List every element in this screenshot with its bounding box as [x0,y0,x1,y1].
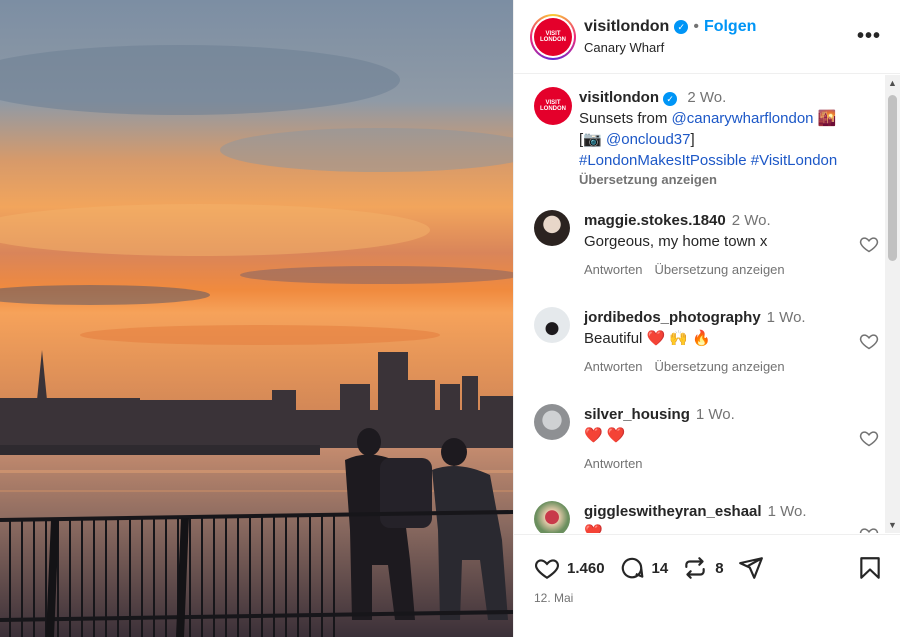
like-comment-heart-icon[interactable] [859,428,879,448]
translate-button[interactable]: Übersetzung anzeigen [655,359,785,374]
comment-text: ❤️ [584,524,603,533]
follow-button[interactable]: Folgen [704,18,756,36]
share-send-icon[interactable] [738,555,764,581]
share-group [738,555,771,581]
save-bookmark-icon[interactable] [857,555,883,581]
caption-username[interactable]: visitlondon [579,89,659,106]
comment-time: 1 Wo. [766,309,806,326]
like-comment-heart-icon[interactable] [859,331,879,351]
scroll-down-arrow-icon[interactable]: ▼ [888,520,897,530]
camera-prefix: [📷 [579,131,607,148]
commenter-avatar[interactable] [534,404,570,440]
mention-oncloud[interactable]: @oncloud37 [606,131,690,148]
caption-hashtags[interactable]: #LondonMakesItPossible #VisitLondon [579,150,884,171]
comment-username[interactable]: silver_housing [584,406,690,423]
header-user-row: visitlondon ✓ • Folgen [584,18,756,36]
like-heart-icon[interactable] [534,555,560,581]
verified-badge-icon: ✓ [674,20,689,34]
comment-time: 2 Wo. [731,212,771,229]
comment-group: 14 [619,555,669,581]
comment-bubble-icon[interactable] [619,555,645,581]
post-header: VISIT LONDON visitlondon ✓ • Folgen Canar… [514,0,900,74]
post-date: 12. Mai [534,591,574,605]
mention-canarywharf[interactable]: @canarywharflondon [672,110,814,127]
comment-time: 1 Wo. [767,503,807,520]
scroll-up-arrow-icon[interactable]: ▲ [888,78,897,88]
sunset-emoji: 🌇 [817,110,837,127]
vertical-scrollbar[interactable]: ▲ ▼ [885,75,900,533]
comment-username[interactable]: maggie.stokes.1840 [584,212,726,229]
comment-text: Beautiful ❤️ 🙌 🔥 [584,330,711,347]
post-actions-bar: 1.460 14 8 12. Mai [514,534,900,637]
caption-translate-link[interactable]: Übersetzung anzeigen [579,169,884,190]
caption-time: 2 Wo. [687,89,727,106]
translate-button[interactable]: Übersetzung anzeigen [655,262,785,277]
story-avatar[interactable]: VISIT LONDON [530,14,576,60]
sunset-photo [0,0,513,637]
repost-group: 8 [682,555,724,581]
comments-scroll-area[interactable]: VISIT LONDON visitlondon ✓ 2 Wo. Sunsets … [514,75,886,533]
commenter-avatar[interactable] [534,307,570,343]
comment-text: Gorgeous, my home town x [584,233,768,250]
like-group: 1.460 [534,555,605,581]
comments-count[interactable]: 14 [652,560,669,577]
reply-button[interactable]: Antworten [584,456,643,471]
bracket-suffix: ] [690,131,695,148]
reply-button[interactable]: Antworten [584,359,643,374]
caption-text: Sunsets from [579,110,672,127]
reply-button[interactable]: Antworten [584,262,643,277]
caption-avatar[interactable]: VISIT LONDON [534,87,572,125]
likes-count[interactable]: 1.460 [567,560,605,577]
post-side-panel: VISIT LONDON visitlondon ✓ • Folgen Canar… [513,0,900,637]
comment-time: 1 Wo. [695,406,735,423]
comment-username[interactable]: giggleswitheyran_eshaal [584,503,762,520]
more-options-icon[interactable]: ••• [857,25,881,48]
separator-dot: • [693,18,699,35]
comment-text: ❤️ ❤️ [584,427,626,444]
like-comment-heart-icon[interactable] [859,525,879,533]
repost-icon[interactable] [682,555,708,581]
commenter-avatar[interactable] [534,210,570,246]
scrollbar-thumb[interactable] [888,95,897,261]
comment-username[interactable]: jordibedos_photography [584,309,761,326]
post-photo[interactable] [0,0,513,637]
like-comment-heart-icon[interactable] [859,234,879,254]
location-link[interactable]: Canary Wharf [584,40,664,55]
header-username[interactable]: visitlondon [584,18,669,36]
visitlondon-logo: VISIT LONDON [534,18,572,56]
verified-badge-icon: ✓ [663,92,678,106]
commenter-avatar[interactable] [534,501,570,533]
reposts-count[interactable]: 8 [715,560,723,577]
